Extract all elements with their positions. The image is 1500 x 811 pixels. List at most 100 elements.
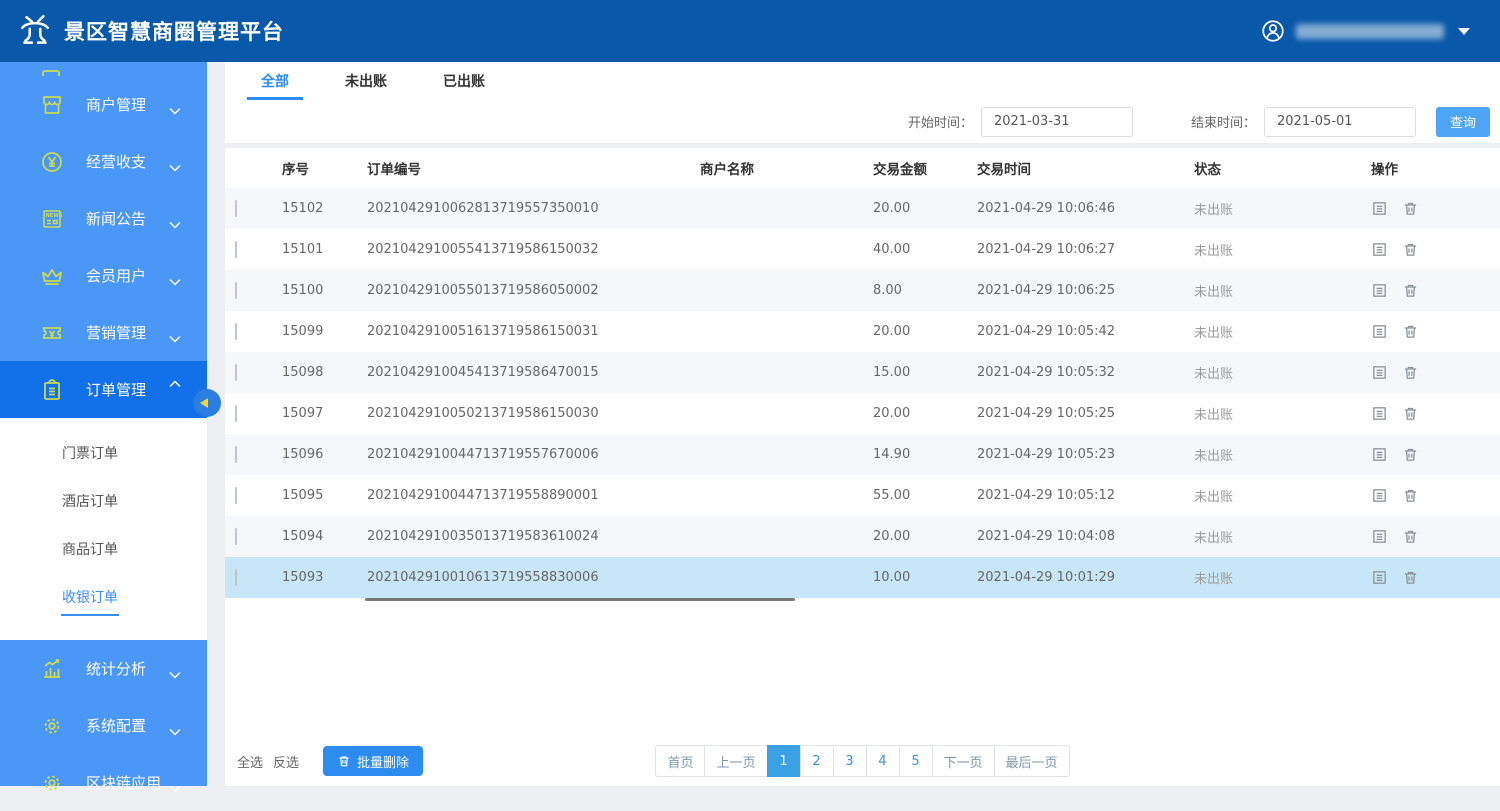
trash-icon[interactable] bbox=[1402, 241, 1419, 258]
trash-icon[interactable] bbox=[1402, 323, 1419, 340]
sidebar-item-label: 营销管理 bbox=[86, 322, 146, 343]
trash-icon[interactable] bbox=[1402, 446, 1419, 463]
row-checkbox[interactable] bbox=[235, 569, 237, 586]
detail-icon[interactable] bbox=[1371, 364, 1388, 381]
sidebar-item-clipped[interactable] bbox=[0, 62, 207, 76]
table-row[interactable]: 15100 2021042910055013719586050002 8.00 … bbox=[225, 270, 1500, 311]
detail-icon[interactable] bbox=[1371, 569, 1388, 586]
tab-unbilled[interactable]: 未出账 bbox=[331, 71, 401, 100]
detail-icon[interactable] bbox=[1371, 282, 1388, 299]
detail-icon[interactable] bbox=[1371, 200, 1388, 217]
query-button[interactable]: 查询 bbox=[1436, 107, 1490, 137]
detail-icon[interactable] bbox=[1371, 528, 1388, 545]
trash-icon[interactable] bbox=[1402, 569, 1419, 586]
trash-icon[interactable] bbox=[1402, 364, 1419, 381]
active-indicator bbox=[61, 614, 119, 616]
page-button-2[interactable]: 2 bbox=[800, 745, 833, 777]
user-menu[interactable] bbox=[1260, 18, 1500, 44]
sidebar-subitem-product-orders[interactable]: 商品订单 bbox=[0, 526, 207, 574]
page-button-首页[interactable]: 首页 bbox=[655, 745, 704, 777]
row-order-no: 2021042910055413719586150032 bbox=[367, 242, 700, 257]
sidebar-item-system-configuration[interactable]: 系统配置 bbox=[0, 697, 207, 754]
tab-all[interactable]: 全部 bbox=[247, 71, 303, 100]
pagination: 首页上一页12345下一页最后一页 bbox=[655, 745, 1069, 777]
row-checkbox[interactable] bbox=[235, 405, 237, 422]
orders-table-card: 序号 订单编号 商户名称 交易金额 交易时间 状态 操作 15102 20210… bbox=[225, 148, 1500, 786]
table-row[interactable]: 15095 2021042910044713719558890001 55.00… bbox=[225, 475, 1500, 516]
page-button-4[interactable]: 4 bbox=[866, 745, 899, 777]
table-row[interactable]: 15102 2021042910062813719557350010 20.00… bbox=[225, 188, 1500, 229]
trash-icon[interactable] bbox=[1402, 282, 1419, 299]
sidebar-subitem-ticket-orders[interactable]: 门票订单 bbox=[0, 430, 207, 478]
trash-icon[interactable] bbox=[1402, 405, 1419, 422]
row-status: 未出账 bbox=[1194, 445, 1371, 464]
row-checkbox[interactable] bbox=[235, 241, 237, 258]
page-button-3[interactable]: 3 bbox=[833, 745, 866, 777]
row-checkbox[interactable] bbox=[235, 200, 237, 217]
row-checkbox[interactable] bbox=[235, 528, 237, 545]
detail-icon[interactable] bbox=[1371, 487, 1388, 504]
row-checkbox[interactable] bbox=[235, 282, 237, 299]
page-button-5[interactable]: 5 bbox=[899, 745, 932, 777]
sidebar-item-member-users[interactable]: 会员用户 bbox=[0, 247, 207, 304]
row-checkbox[interactable] bbox=[235, 323, 237, 340]
tab-billed[interactable]: 已出账 bbox=[429, 71, 499, 100]
row-order-no: 2021042910062813719557350010 bbox=[367, 201, 700, 216]
trash-icon[interactable] bbox=[1402, 487, 1419, 504]
main-content: 全部 未出账 已出账 开始时间： 结束时间： 查询 序号 订单编号 商户名称 交… bbox=[207, 62, 1500, 786]
horizontal-scrollbar[interactable] bbox=[365, 598, 795, 601]
invert-select-link[interactable]: 反选 bbox=[273, 752, 299, 771]
row-amount: 15.00 bbox=[873, 365, 977, 380]
page-button-下一页[interactable]: 下一页 bbox=[932, 745, 994, 777]
sidebar-item-label: 经营收支 bbox=[86, 151, 146, 172]
table-row[interactable]: 15097 2021042910050213719586150030 20.00… bbox=[225, 393, 1500, 434]
detail-icon[interactable] bbox=[1371, 405, 1388, 422]
row-checkbox[interactable] bbox=[235, 364, 237, 381]
sidebar-item-order-management[interactable]: 订单管理 bbox=[0, 361, 207, 418]
detail-icon[interactable] bbox=[1371, 323, 1388, 340]
end-date-input[interactable] bbox=[1264, 107, 1416, 137]
sidebar-item-business-finance[interactable]: 经营收支 bbox=[0, 133, 207, 190]
sidebar-subitem-cashier-orders[interactable]: 收银订单 bbox=[0, 574, 207, 622]
table-row[interactable]: 15101 2021042910055413719586150032 40.00… bbox=[225, 229, 1500, 270]
sidebar-item-blockchain-application[interactable]: 区块链应用 bbox=[0, 754, 207, 811]
row-checkbox[interactable] bbox=[235, 446, 237, 463]
filter-bar: 开始时间： 结束时间： 查询 bbox=[225, 100, 1500, 143]
chevron-down-icon bbox=[169, 779, 181, 787]
sidebar-subitem-hotel-orders[interactable]: 酒店订单 bbox=[0, 478, 207, 526]
sidebar: 商户管理 经营收支 NEWS 新闻公告 bbox=[0, 62, 207, 786]
batch-delete-label: 批量删除 bbox=[357, 752, 409, 771]
order-management-submenu: 门票订单 酒店订单 商品订单 收银订单 bbox=[0, 418, 207, 640]
sidebar-item-statistics-analysis[interactable]: 统计分析 bbox=[0, 640, 207, 697]
start-date-input[interactable] bbox=[981, 107, 1133, 137]
row-no: 15095 bbox=[282, 488, 367, 503]
sidebar-item-news-announcement[interactable]: NEWS 新闻公告 bbox=[0, 190, 207, 247]
table-row[interactable]: 15098 2021042910045413719586470015 15.00… bbox=[225, 352, 1500, 393]
column-header-amount: 交易金额 bbox=[873, 158, 977, 178]
sidebar-item-marketing-management[interactable]: 营销管理 bbox=[0, 304, 207, 361]
row-actions bbox=[1371, 200, 1500, 217]
table-row[interactable]: 15094 2021042910035013719583610024 20.00… bbox=[225, 516, 1500, 557]
page-button-上一页[interactable]: 上一页 bbox=[704, 745, 766, 777]
trash-icon[interactable] bbox=[1402, 528, 1419, 545]
trash-icon[interactable] bbox=[1402, 200, 1419, 217]
page-button-1[interactable]: 1 bbox=[767, 745, 800, 777]
sidebar-collapse-handle[interactable] bbox=[193, 389, 221, 417]
ticket-icon bbox=[40, 321, 64, 345]
table-row[interactable]: 15096 2021042910044713719557670006 14.90… bbox=[225, 434, 1500, 475]
detail-icon[interactable] bbox=[1371, 446, 1388, 463]
detail-icon[interactable] bbox=[1371, 241, 1388, 258]
table-row[interactable]: 15093 2021042910010613719558830006 10.00… bbox=[225, 557, 1500, 598]
row-order-no: 2021042910055013719586050002 bbox=[367, 283, 700, 298]
end-time-label: 结束时间： bbox=[1191, 112, 1256, 131]
page-button-最后一页[interactable]: 最后一页 bbox=[994, 745, 1070, 777]
batch-delete-button[interactable]: 批量删除 bbox=[323, 746, 423, 776]
table-row[interactable]: 15099 2021042910051613719586150031 20.00… bbox=[225, 311, 1500, 352]
select-all-link[interactable]: 全选 bbox=[237, 752, 263, 771]
row-checkbox[interactable] bbox=[235, 487, 237, 504]
start-time-label: 开始时间： bbox=[908, 112, 973, 131]
user-avatar-icon bbox=[1260, 18, 1286, 44]
sidebar-item-label: 区块链应用 bbox=[86, 772, 161, 793]
row-actions bbox=[1371, 528, 1500, 545]
sidebar-item-merchant-management[interactable]: 商户管理 bbox=[0, 76, 207, 133]
